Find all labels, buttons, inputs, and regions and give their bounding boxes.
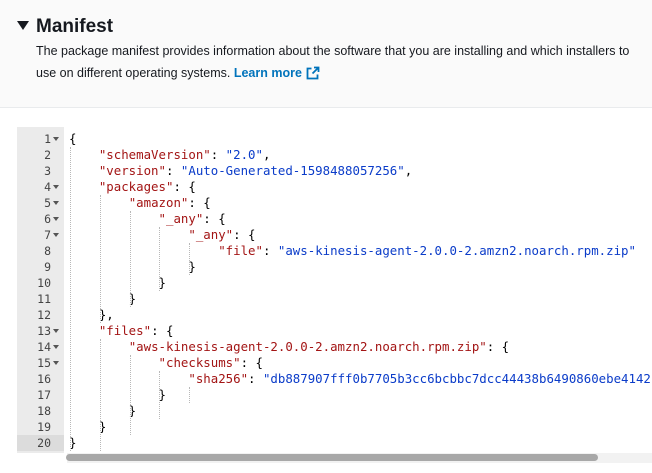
code-line: "sha256": "db887907fff0b7705b3cc6bcbbc7d… [188, 371, 652, 386]
line-number-text: 19 [37, 420, 51, 434]
indent-guide [70, 147, 71, 451]
line-number-text: 10 [37, 276, 51, 290]
code-line: "checksums": { [158, 355, 263, 370]
line-number: 11 [17, 291, 51, 307]
editor-gutter: 1 2 3 4 5 6 7 8 9 10 11 12 13 14 15 16 17 18 19 20 [17, 127, 64, 453]
fold-toggle-icon[interactable] [53, 233, 59, 237]
code-line: } [69, 403, 137, 418]
line-number: 18 [17, 403, 51, 419]
line-number: 19 [17, 419, 51, 435]
indent-guide [189, 387, 191, 403]
fold-toggle-icon[interactable] [53, 329, 59, 333]
collapse-caret-icon[interactable] [17, 21, 29, 30]
line-number-text: 5 [44, 196, 51, 210]
line-number-text: 3 [44, 164, 51, 178]
line-number: 9 [17, 259, 51, 275]
code-line: }, [69, 307, 114, 322]
fold-toggle-icon[interactable] [53, 137, 59, 141]
line-number: 14 [17, 339, 51, 355]
line-number-text: 6 [44, 212, 51, 226]
code-line: "_any": { [158, 211, 226, 226]
line-number-text: 9 [44, 260, 51, 274]
line-number: 13 [17, 323, 51, 339]
line-number-text: 14 [37, 340, 51, 354]
code-line: "packages": { [98, 179, 196, 194]
description-text: The package manifest provides informatio… [36, 44, 630, 80]
line-number-text: 17 [37, 388, 51, 402]
line-number-text: 18 [37, 404, 51, 418]
line-number: 7 [17, 227, 51, 243]
code-line: "amazon": { [128, 195, 211, 210]
fold-toggle-icon[interactable] [53, 361, 59, 365]
indent-guide [129, 355, 131, 435]
line-number: 20 [17, 435, 64, 451]
indent-guide [159, 371, 161, 419]
indent-guide [129, 211, 131, 307]
fold-toggle-icon[interactable] [53, 345, 59, 349]
code-line: } [69, 387, 166, 402]
line-number-text: 2 [44, 148, 51, 162]
line-number: 2 [17, 147, 51, 163]
section-title: Manifest [36, 16, 114, 37]
line-number-text: 12 [37, 308, 51, 322]
fold-toggle-icon[interactable] [53, 185, 59, 189]
indent-guide [99, 195, 101, 323]
line-number-text: 11 [37, 292, 51, 306]
learn-more-label: Learn more [233, 66, 302, 80]
line-number-text: 15 [37, 356, 51, 370]
indent-guide [99, 339, 101, 451]
line-number: 12 [17, 307, 51, 323]
line-number: 17 [17, 387, 51, 403]
code-line: "file": "aws-kinesis-agent-2.0.0-2.amzn2… [218, 243, 636, 258]
code-line: } [69, 291, 137, 306]
code-line: "files": { [98, 323, 174, 338]
indent-guide [189, 243, 191, 275]
line-number-text: 7 [44, 228, 51, 242]
horizontal-scrollbar-thumb[interactable] [66, 454, 598, 461]
line-number-text: 13 [37, 324, 51, 338]
line-number: 16 [17, 371, 51, 387]
line-number-text: 8 [44, 244, 51, 258]
line-number-text: 16 [37, 372, 51, 386]
line-number: 1 [17, 131, 51, 147]
code-line: "aws-kinesis-agent-2.0.0-2.amzn2.noarch.… [128, 339, 510, 354]
external-link-icon [306, 65, 320, 87]
fold-toggle-icon[interactable] [53, 217, 59, 221]
indent-guide [159, 227, 161, 291]
fold-toggle-icon[interactable] [53, 201, 59, 205]
line-number: 4 [17, 179, 51, 195]
line-number-text: 4 [44, 180, 51, 194]
code-line: "version": "Auto-Generated-1598488057256… [98, 163, 413, 178]
section-description: The package manifest provides informatio… [36, 40, 641, 87]
code-line: } [69, 259, 196, 274]
code-line: } [69, 275, 166, 290]
line-number-text: 1 [44, 132, 51, 146]
line-number: 15 [17, 355, 51, 371]
code-line: "schemaVersion": "2.0", [98, 147, 271, 162]
code-line: { [69, 131, 77, 146]
line-number: 10 [17, 275, 51, 291]
line-number: 5 [17, 195, 51, 211]
learn-more-link[interactable]: Learn more [234, 66, 320, 80]
manifest-section-header: Manifest The package manifest provides i… [0, 0, 652, 108]
code-line: "_any": { [188, 227, 256, 242]
line-number: 8 [17, 243, 51, 259]
line-number: 3 [17, 163, 51, 179]
code-editor[interactable]: 1 2 3 4 5 6 7 8 9 10 11 12 13 14 15 16 17 18 19 20 { "schem… [17, 127, 652, 463]
line-number: 6 [17, 211, 51, 227]
line-number-text: 20 [37, 436, 51, 450]
